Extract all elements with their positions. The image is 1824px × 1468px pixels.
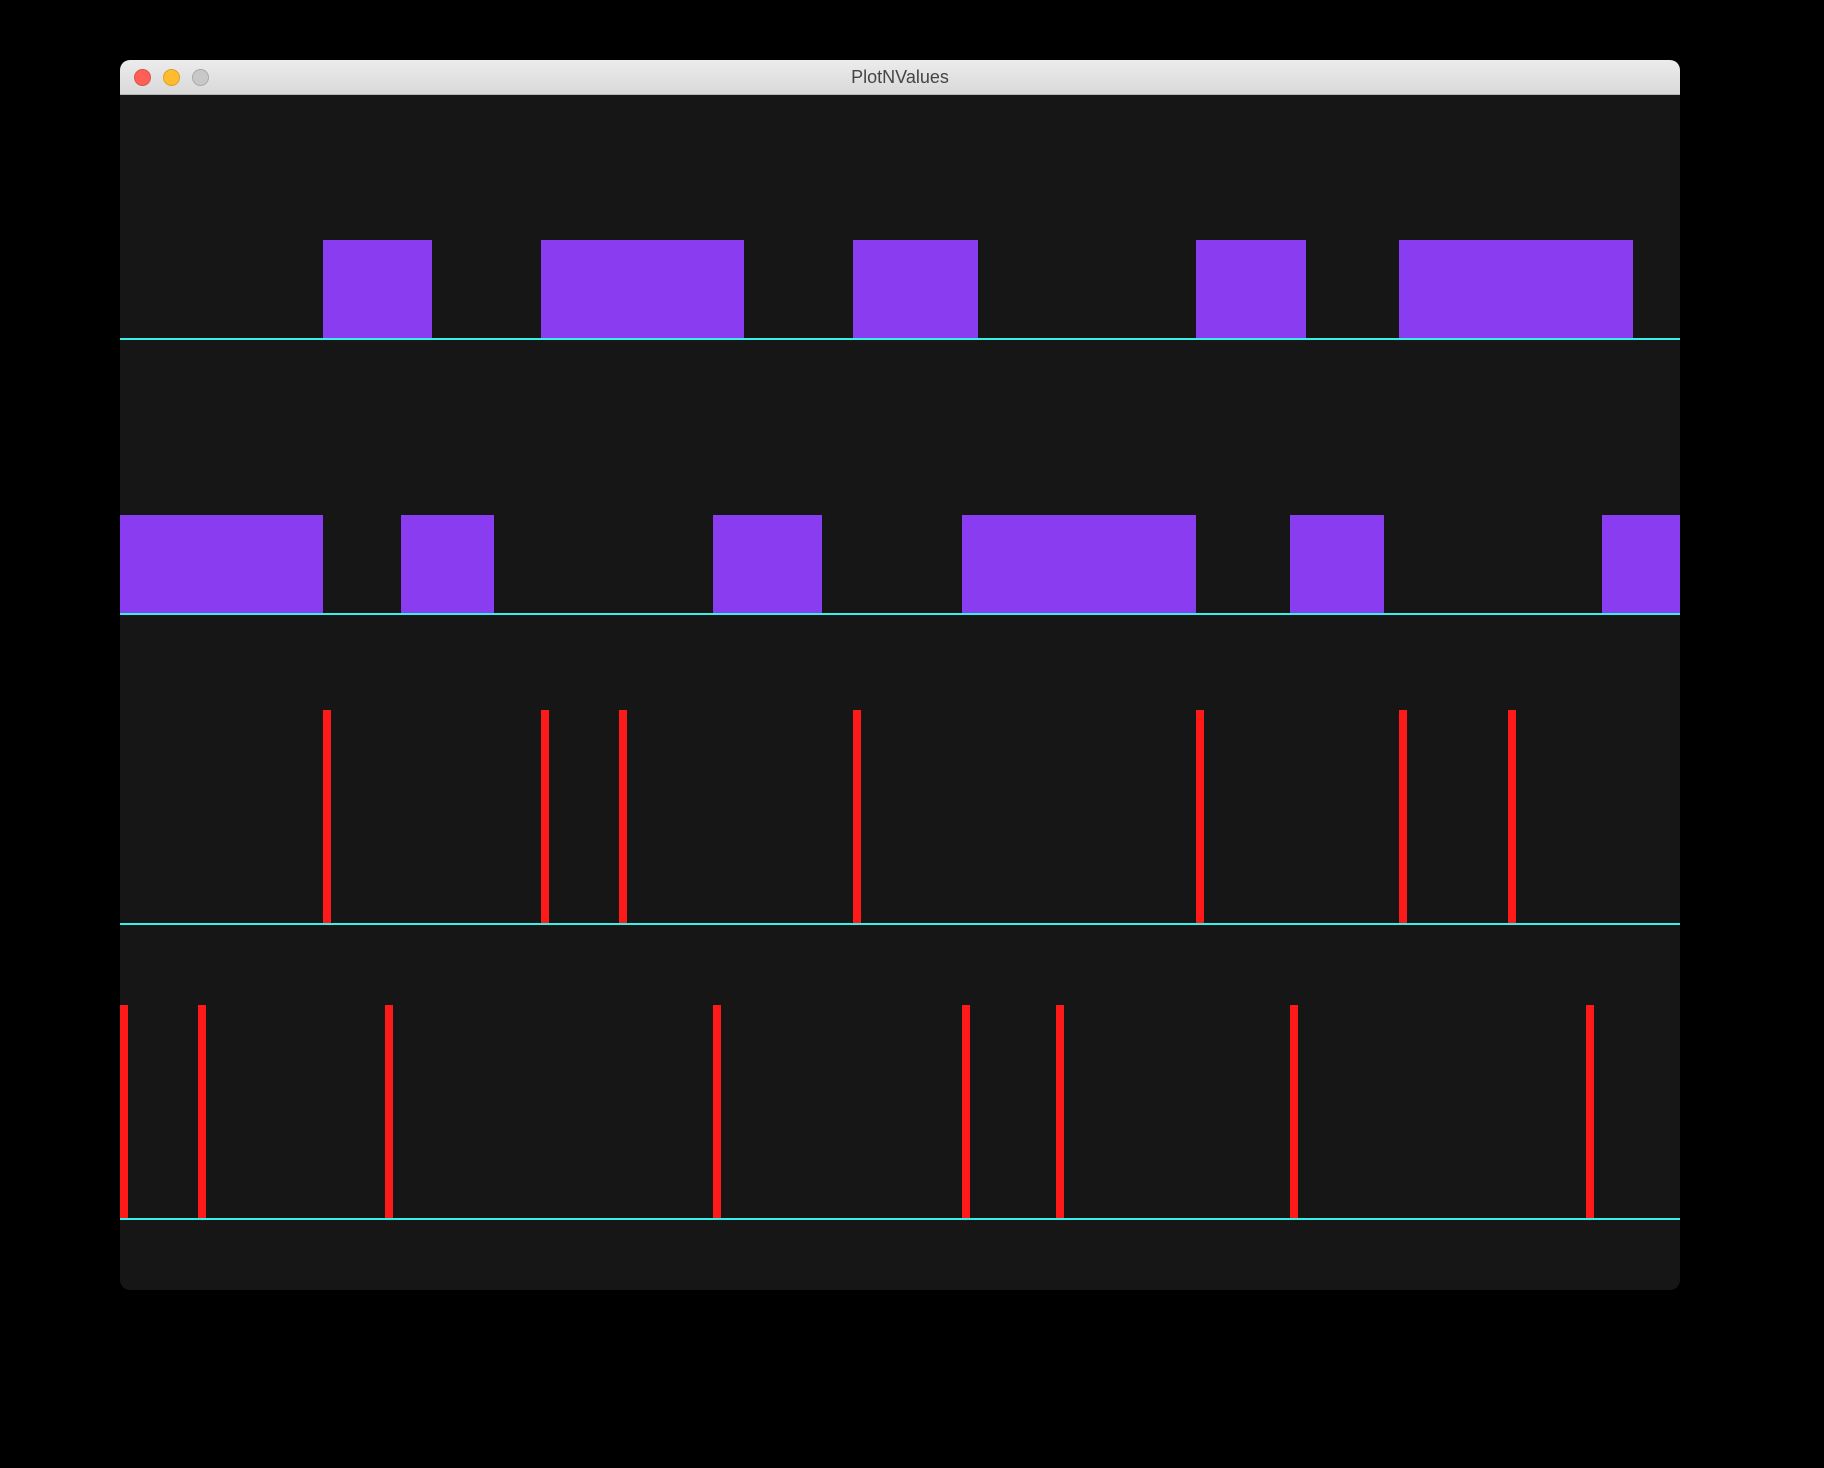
baseline (120, 1218, 1680, 1220)
event-spike (1056, 1005, 1064, 1218)
pulse-bar (323, 240, 432, 338)
event-spike (385, 1005, 393, 1218)
baseline (120, 613, 1680, 615)
pulse-bar (962, 515, 1196, 613)
baseline (120, 923, 1680, 925)
pulse-bar (1399, 240, 1633, 338)
plot-track-2 (120, 710, 1680, 925)
pulse-bar (1602, 515, 1680, 613)
event-spike (619, 710, 627, 923)
pulse-bar (713, 515, 822, 613)
close-icon[interactable] (134, 69, 151, 86)
event-spike (1508, 710, 1516, 923)
event-spike (323, 710, 331, 923)
event-spike (962, 1005, 970, 1218)
plot-track-1 (120, 515, 1680, 615)
baseline (120, 338, 1680, 340)
zoom-icon[interactable] (192, 69, 209, 86)
event-spike (1586, 1005, 1594, 1218)
pulse-bar (541, 240, 744, 338)
pulse-bar (853, 240, 978, 338)
plot-track-3 (120, 1005, 1680, 1220)
event-spike (1290, 1005, 1298, 1218)
event-spike (713, 1005, 721, 1218)
event-spike (541, 710, 549, 923)
plot-track-0 (120, 240, 1680, 340)
app-window: PlotNValues (120, 60, 1680, 1290)
pulse-bar (401, 515, 495, 613)
event-spike (1399, 710, 1407, 923)
window-title: PlotNValues (120, 67, 1680, 88)
plot-canvas[interactable] (120, 95, 1680, 1290)
minimize-icon[interactable] (163, 69, 180, 86)
pulse-bar (120, 515, 323, 613)
pulse-bar (1196, 240, 1305, 338)
event-spike (1196, 710, 1204, 923)
event-spike (853, 710, 861, 923)
event-spike (198, 1005, 206, 1218)
titlebar[interactable]: PlotNValues (120, 60, 1680, 95)
pulse-bar (1290, 515, 1384, 613)
window-controls (120, 69, 209, 86)
event-spike (120, 1005, 128, 1218)
